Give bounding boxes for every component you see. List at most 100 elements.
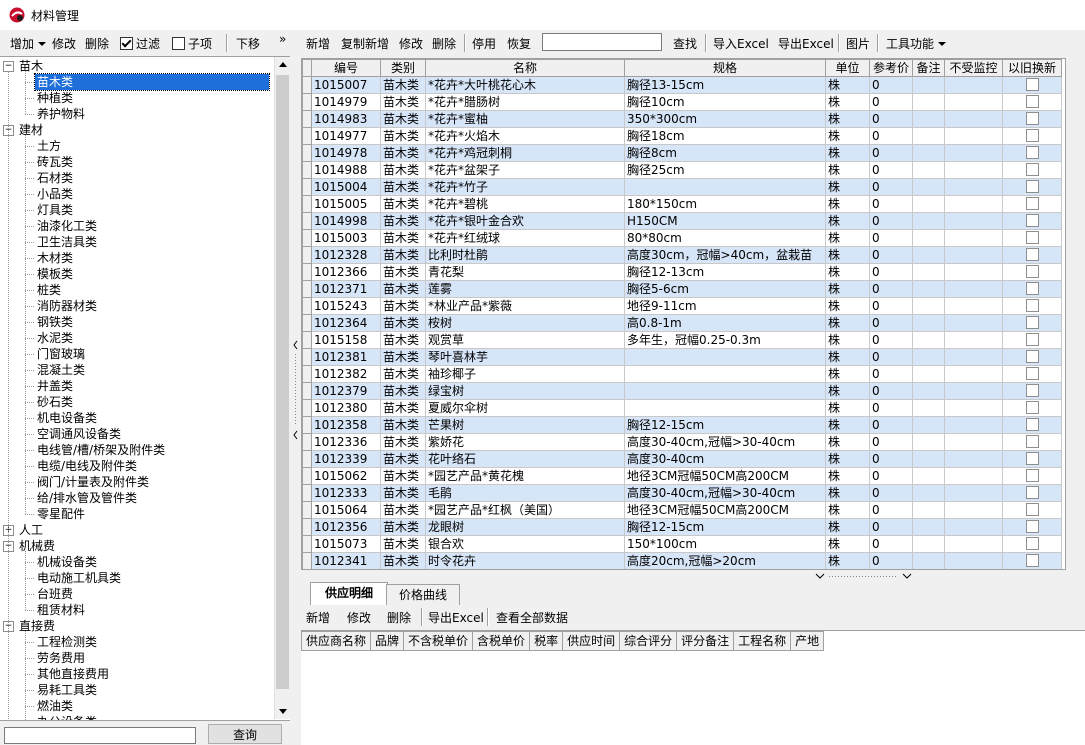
table-cell[interactable] <box>912 416 945 434</box>
trade-in-cell[interactable] <box>1002 195 1062 213</box>
table-cell[interactable]: 0 <box>869 127 913 145</box>
table-cell[interactable]: 苗木类 <box>380 144 426 162</box>
table-cell[interactable]: 0 <box>869 93 913 111</box>
table-cell[interactable]: 紫娇花 <box>425 433 625 451</box>
table-cell[interactable] <box>624 178 826 196</box>
table-cell[interactable]: 苗木类 <box>380 535 426 553</box>
table-cell[interactable]: 150*100cm <box>624 535 826 553</box>
trade-in-cell[interactable] <box>1002 501 1062 519</box>
table-cell[interactable] <box>944 467 1003 485</box>
search-input[interactable] <box>4 727 196 744</box>
table-cell[interactable]: 0 <box>869 433 913 451</box>
table-cell[interactable]: 地径3CM冠幅50CM高200CM <box>624 467 826 485</box>
table-cell[interactable]: 0 <box>869 382 913 400</box>
row-indicator[interactable] <box>302 161 312 179</box>
table-cell[interactable]: 1015243 <box>311 297 381 315</box>
table-row[interactable]: 1012382 苗木类 袖珍椰子 株 0 <box>302 365 1062 383</box>
table-cell[interactable]: 苗木类 <box>380 331 426 349</box>
row-indicator[interactable] <box>302 280 312 298</box>
table-row[interactable]: 1012356 苗木类 龙眼树 胸径12-15cm 株 0 <box>302 518 1062 536</box>
table-row[interactable]: 1012379 苗木类 绿宝树 株 0 <box>302 382 1062 400</box>
table-cell[interactable]: 高度30-40cm <box>624 450 826 468</box>
table-cell[interactable]: 1015007 <box>311 76 381 94</box>
detail-export-excel-button[interactable]: 导出Excel <box>428 609 484 626</box>
trade-in-cell[interactable] <box>1002 467 1062 485</box>
table-cell[interactable]: 株 <box>825 93 870 111</box>
table-cell[interactable]: 苗木类 <box>380 348 426 366</box>
trade-in-cell[interactable] <box>1002 399 1062 417</box>
trade-in-cell[interactable] <box>1002 484 1062 502</box>
trade-in-checkbox[interactable] <box>1025 163 1039 176</box>
trade-in-checkbox[interactable] <box>1025 248 1039 261</box>
table-cell[interactable]: 株 <box>825 518 870 536</box>
column-header[interactable]: 以旧换新 <box>1002 59 1062 77</box>
table-cell[interactable]: 0 <box>869 297 913 315</box>
table-row[interactable]: 1012339 苗木类 花叶络石 高度30-40cm 株 0 <box>302 450 1062 468</box>
table-cell[interactable] <box>944 161 1003 179</box>
column-header[interactable]: 规格 <box>624 59 826 77</box>
table-cell[interactable]: 0 <box>869 467 913 485</box>
table-cell[interactable]: *园艺产品*黄花槐 <box>425 467 625 485</box>
trade-in-checkbox[interactable] <box>1025 78 1039 91</box>
table-cell[interactable]: 1012364 <box>311 314 381 332</box>
detail-column-header[interactable]: 不含税单价 <box>403 631 474 651</box>
table-cell[interactable]: 芒果树 <box>425 416 625 434</box>
collapse-down-icon[interactable] <box>815 572 912 581</box>
trade-in-checkbox[interactable] <box>1025 452 1039 465</box>
disable-button[interactable]: 停用 <box>472 35 496 52</box>
table-cell[interactable]: 胸径12-15cm <box>624 518 826 536</box>
trade-in-checkbox[interactable] <box>1025 486 1039 499</box>
add-dropdown-button[interactable]: 增加 <box>10 35 47 52</box>
trade-in-checkbox[interactable] <box>1025 537 1039 550</box>
table-cell[interactable]: 株 <box>825 263 870 281</box>
table-cell[interactable] <box>944 552 1003 569</box>
table-cell[interactable]: *花卉*红绒球 <box>425 229 625 247</box>
table-cell[interactable]: 苗木类 <box>380 161 426 179</box>
table-cell[interactable]: 0 <box>869 280 913 298</box>
column-header[interactable]: 不受监控 <box>944 59 1003 77</box>
table-cell[interactable] <box>944 93 1003 111</box>
row-indicator[interactable] <box>302 178 312 196</box>
row-indicator[interactable] <box>302 450 312 468</box>
trade-in-cell[interactable] <box>1002 416 1062 434</box>
table-cell[interactable]: 株 <box>825 433 870 451</box>
table-cell[interactable] <box>912 433 945 451</box>
row-indicator[interactable] <box>302 365 312 383</box>
materials-grid[interactable]: 编号 类别 名称 规格 单位 参考价 备注 不受监控 以旧换新 1015007 苗木类 *花卉*大叶… <box>301 58 1066 570</box>
table-cell[interactable]: 0 <box>869 365 913 383</box>
table-cell[interactable] <box>912 127 945 145</box>
table-cell[interactable]: *花卉*竹子 <box>425 178 625 196</box>
column-header[interactable]: 备注 <box>912 59 945 77</box>
table-row[interactable]: 1012358 苗木类 芒果树 胸径12-15cm 株 0 <box>302 416 1062 434</box>
trade-in-checkbox[interactable] <box>1025 469 1039 482</box>
detail-new-button[interactable]: 新增 <box>306 609 330 626</box>
table-cell[interactable] <box>912 484 945 502</box>
table-cell[interactable]: 青花梨 <box>425 263 625 281</box>
table-cell[interactable]: 夏威尔伞树 <box>425 399 625 417</box>
trade-in-checkbox[interactable] <box>1025 265 1039 278</box>
table-row[interactable]: 1014978 苗木类 *花卉*鸡冠刺桐 胸径8cm 株 0 <box>302 144 1062 162</box>
table-cell[interactable]: 株 <box>825 331 870 349</box>
table-cell[interactable] <box>912 518 945 536</box>
table-cell[interactable]: 株 <box>825 467 870 485</box>
table-cell[interactable]: 苗木类 <box>380 212 426 230</box>
column-header[interactable]: 编号 <box>311 59 381 77</box>
table-cell[interactable]: 苗木类 <box>380 416 426 434</box>
trade-in-checkbox[interactable] <box>1025 418 1039 431</box>
table-cell[interactable] <box>944 110 1003 128</box>
table-row[interactable]: 1015065苗木类*园艺产品*红枫（日本）地径3CM冠幅50CM高200CM株… <box>303 570 1062 571</box>
table-row[interactable]: 1012328 苗木类 比利时杜鹃 高度30cm，冠幅>40cm，盆栽苗株 0 <box>302 246 1062 264</box>
table-cell[interactable]: 琴叶喜林芋 <box>425 348 625 366</box>
table-cell[interactable]: 0 <box>869 110 913 128</box>
trade-in-cell[interactable] <box>1002 161 1062 179</box>
trade-in-cell[interactable] <box>1002 382 1062 400</box>
table-cell[interactable] <box>912 535 945 553</box>
trade-in-cell[interactable] <box>1002 229 1062 247</box>
table-row[interactable]: 1012364 苗木类 桉树 高0.8-1m 株 0 <box>302 314 1062 332</box>
table-cell[interactable]: 株 <box>826 570 870 571</box>
table-cell[interactable]: 1015003 <box>311 229 381 247</box>
table-cell[interactable]: 胸径18cm <box>624 127 826 145</box>
trade-in-checkbox[interactable] <box>1025 129 1039 142</box>
row-indicator[interactable] <box>303 570 312 571</box>
trade-in-checkbox[interactable] <box>1025 231 1039 244</box>
